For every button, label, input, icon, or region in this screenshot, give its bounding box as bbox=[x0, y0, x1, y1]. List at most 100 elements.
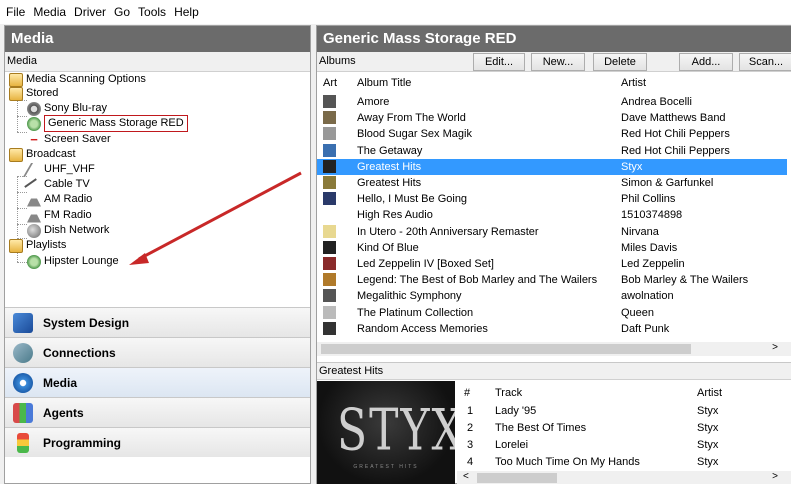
albums-hscrollbar[interactable]: > bbox=[317, 342, 791, 356]
album-art-thumbnail bbox=[323, 192, 336, 206]
album-row[interactable]: Greatest Hits Simon & Garfunkel bbox=[317, 175, 787, 191]
track-column-track[interactable]: Track bbox=[495, 385, 522, 401]
album-artist-cell: Phil Collins bbox=[621, 193, 676, 206]
album-art-thumbnail bbox=[323, 240, 336, 254]
track-title-cell[interactable]: Lady '95 bbox=[495, 403, 536, 419]
album-row[interactable]: Blood Sugar Sex Magik Red Hot Chili Peppe… bbox=[317, 126, 787, 142]
track-number-cell[interactable]: 3 bbox=[467, 437, 473, 453]
tracks-scroll-thumb[interactable] bbox=[477, 473, 557, 483]
album-title-cell: Legend: The Best of Bob Marley and The W… bbox=[357, 274, 598, 287]
right-panel-title: Generic Mass Storage RED bbox=[317, 26, 791, 52]
album-row[interactable]: Random Access Memories Daft Punk bbox=[317, 321, 787, 337]
nav-label: Media bbox=[43, 375, 78, 390]
album-row[interactable]: Led Zeppelin IV [Boxed Set] Led Zeppelin bbox=[317, 256, 787, 272]
scroll-right-arrow[interactable]: > bbox=[772, 342, 778, 353]
album-row[interactable]: Hello, I Must Be Going Phil Collins bbox=[317, 191, 787, 207]
menu-help[interactable]: Help bbox=[172, 5, 205, 19]
album-artist-cell: Bob Marley & The Wailers bbox=[621, 274, 749, 287]
track-column-artist[interactable]: Artist bbox=[697, 385, 722, 401]
album-artist-cell: 1510374898 bbox=[621, 209, 683, 222]
column-album-title[interactable]: Album Title bbox=[357, 77, 411, 89]
album-row[interactable]: The Platinum Collection Queen bbox=[317, 305, 787, 321]
scroll-left-arrow[interactable]: < bbox=[463, 471, 469, 482]
annotation-arrow-line bbox=[138, 171, 302, 261]
album-title-cell: Away From The World bbox=[357, 112, 466, 125]
menu-file[interactable]: File bbox=[4, 5, 31, 19]
album-art-thumbnail bbox=[323, 159, 336, 173]
album-title-cell: Hello, I Must Be Going bbox=[357, 193, 468, 206]
album-row[interactable]: Greatest Hits Styx bbox=[317, 158, 787, 175]
track-title-cell[interactable]: Lorelei bbox=[495, 437, 528, 453]
album-title-cell: Random Access Memories bbox=[357, 322, 488, 335]
nav-agents[interactable]: Agents bbox=[5, 397, 310, 427]
track-artist-cell[interactable]: Styx bbox=[697, 454, 718, 470]
media-tree: Media Scanning Options Stored Sony Blu-r… bbox=[5, 72, 310, 319]
menu-driver[interactable]: Driver bbox=[72, 5, 112, 19]
tracks-hscrollbar[interactable]: < > bbox=[457, 471, 791, 484]
album-row[interactable]: Megalithic Symphony awolnation bbox=[317, 288, 787, 304]
nav-programming[interactable]: Programming bbox=[5, 427, 310, 457]
edit-button[interactable]: Edit... bbox=[473, 53, 525, 71]
album-row[interactable]: Kind Of Blue Miles Davis bbox=[317, 240, 787, 256]
albums-table-header: Art Album Title Artist bbox=[317, 74, 791, 92]
left-panel-title: Media bbox=[5, 26, 310, 52]
track-number-cell[interactable]: 1 bbox=[467, 403, 473, 419]
scan-button[interactable]: Scan... bbox=[739, 53, 791, 71]
album-title-cell: Amore bbox=[357, 96, 390, 108]
album-row[interactable]: Amore Andrea Bocelli bbox=[317, 94, 787, 110]
track-number-cell[interactable]: 2 bbox=[467, 420, 473, 436]
track-number-cell[interactable]: 4 bbox=[467, 454, 473, 470]
album-row[interactable]: The Getaway Red Hot Chili Peppers bbox=[317, 143, 787, 159]
album-art-thumbnail bbox=[323, 305, 336, 319]
album-art-thumbnail bbox=[323, 289, 336, 303]
album-title-cell: The Platinum Collection bbox=[357, 306, 474, 319]
album-title-cell: Kind Of Blue bbox=[357, 241, 419, 254]
album-row[interactable]: In Utero - 20th Anniversary Remaster Nirv… bbox=[317, 224, 787, 240]
left-panel: Media Media Media Scanning Options Store… bbox=[4, 25, 311, 484]
track-artist-cell[interactable]: Styx bbox=[697, 437, 718, 453]
album-artist-cell: Red Hot Chili Peppers bbox=[621, 144, 730, 157]
nav-media[interactable]: Media bbox=[5, 367, 310, 397]
column-artist[interactable]: Artist bbox=[621, 77, 646, 89]
nav-connections[interactable]: Connections bbox=[5, 337, 310, 367]
album-row[interactable]: Legend: The Best of Bob Marley and The W… bbox=[317, 272, 787, 288]
nav-system-design[interactable]: System Design bbox=[5, 307, 310, 337]
agents-icon bbox=[13, 402, 33, 423]
column-art[interactable]: Art bbox=[323, 77, 337, 89]
nav-label: System Design bbox=[43, 315, 130, 330]
cover-logo: STYX bbox=[337, 397, 455, 464]
traffic-light-icon bbox=[17, 432, 29, 453]
new-button[interactable]: New... bbox=[531, 53, 585, 71]
album-artist-cell: Dave Matthews Band bbox=[621, 112, 726, 125]
delete-button[interactable]: Delete bbox=[593, 53, 647, 71]
album-title-cell: In Utero - 20th Anniversary Remaster bbox=[357, 225, 539, 238]
track-title-cell[interactable]: Too Much Time On My Hands bbox=[495, 454, 640, 470]
scroll-right-arrow[interactable]: > bbox=[772, 471, 778, 482]
album-art-thumbnail bbox=[323, 95, 336, 108]
album-row[interactable]: Away From The World Dave Matthews Band bbox=[317, 110, 787, 126]
right-panel: Generic Mass Storage RED Albums Edit... … bbox=[316, 25, 791, 484]
nav-label: Agents bbox=[43, 405, 84, 420]
album-row[interactable]: High Res Audio 1510374898 bbox=[317, 207, 787, 223]
album-artist-cell: Simon & Garfunkel bbox=[621, 177, 714, 189]
nav-label: Connections bbox=[43, 345, 116, 360]
track-column-num[interactable]: # bbox=[464, 385, 470, 401]
album-art-thumbnail bbox=[323, 321, 336, 335]
album-art-thumbnail bbox=[323, 257, 336, 270]
albums-toolbar: Albums Edit... New... Delete Add... Scan… bbox=[317, 52, 791, 72]
track-artist-cell[interactable]: Styx bbox=[697, 403, 718, 419]
album-title-cell: Led Zeppelin IV [Boxed Set] bbox=[357, 258, 494, 270]
album-artist-cell: awolnation bbox=[621, 290, 674, 303]
menu-go[interactable]: Go bbox=[112, 5, 136, 19]
album-art-thumbnail bbox=[323, 111, 336, 125]
album-art-thumbnail bbox=[323, 273, 336, 287]
menu-media[interactable]: Media bbox=[31, 5, 72, 19]
track-artist-cell[interactable]: Styx bbox=[697, 420, 718, 436]
album-title-cell: Greatest Hits bbox=[357, 177, 422, 189]
album-art-thumbnail bbox=[323, 176, 336, 189]
add-button[interactable]: Add... bbox=[679, 53, 733, 71]
album-art-thumbnail bbox=[323, 208, 336, 222]
albums-scroll-thumb[interactable] bbox=[321, 344, 691, 354]
track-title-cell[interactable]: The Best Of Times bbox=[495, 420, 586, 436]
menu-tools[interactable]: Tools bbox=[136, 5, 172, 19]
